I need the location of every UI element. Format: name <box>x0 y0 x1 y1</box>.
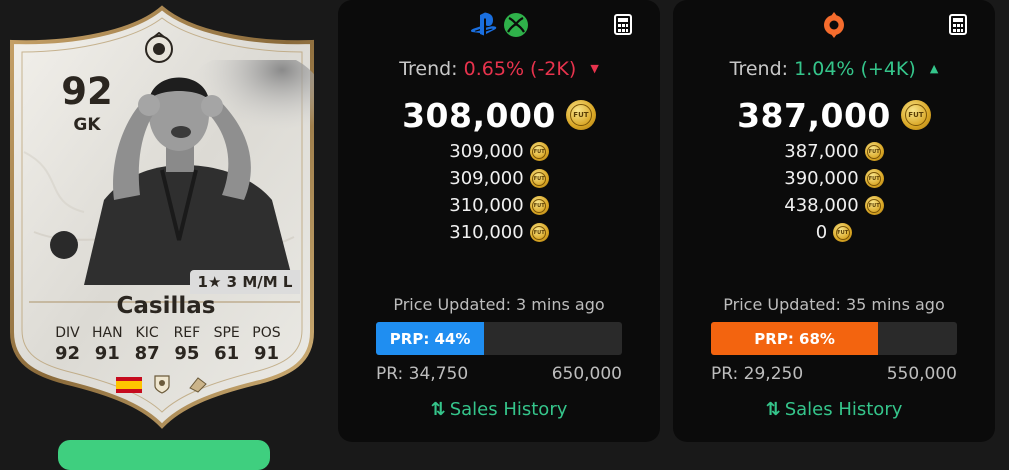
price-row: 310,000 FUT <box>338 219 660 246</box>
calculator-icon[interactable] <box>949 14 967 35</box>
price-range-min: PR: 34,750 <box>376 364 469 384</box>
stat-value: 61 <box>214 343 240 364</box>
green-action-button[interactable] <box>58 440 270 470</box>
icon-nation-badge-icon <box>189 377 207 393</box>
stat-label: POS <box>252 325 281 341</box>
price-value: 387,000 <box>784 141 859 162</box>
price-row: 390,000 FUT <box>673 165 995 192</box>
price-value: 310,000 <box>449 222 524 243</box>
stat-div: DIV 92 <box>49 325 86 364</box>
price-updated: Price Updated: 3 mins ago <box>393 295 605 314</box>
stat-label: REF <box>173 325 201 341</box>
card-player-name: Casillas <box>116 293 216 319</box>
price-updated: Price Updated: 35 mins ago <box>723 295 945 314</box>
sales-history-label: Sales History <box>784 399 903 420</box>
price-value: 310,000 <box>449 195 524 216</box>
price-range-max: 650,000 <box>551 364 622 384</box>
price-list: 309,000 FUT 309,000 FUT 310,000 FUT 310,… <box>338 138 660 246</box>
price-value: 309,000 <box>449 141 524 162</box>
trend-value: 1.04% (+4K) <box>794 58 916 80</box>
player-photo <box>44 50 324 285</box>
sales-history-link[interactable]: ⇅ Sales History <box>338 399 660 420</box>
main-price: 387,000 FUT <box>673 93 995 137</box>
stat-label: KIC <box>135 325 159 341</box>
price-range: PR: 34,750 650,000 <box>376 364 622 384</box>
coin-icon: FUT <box>864 196 884 215</box>
platform-icons <box>338 11 660 39</box>
main-price: 308,000 FUT <box>338 93 660 137</box>
xbox-icon <box>504 13 528 37</box>
coin-icon: FUT <box>565 100 596 130</box>
trend: Trend: 1.04% (+4K) ▲ <box>673 57 995 81</box>
origin-icon <box>824 12 844 38</box>
coin-icon: FUT <box>529 169 549 188</box>
prp-bar: PRP: 68% <box>711 322 957 355</box>
spain-flag-icon <box>116 377 142 393</box>
coin-icon: FUT <box>529 223 549 242</box>
price-row: 387,000 FUT <box>673 138 995 165</box>
price-range-min: PR: 29,250 <box>711 364 804 384</box>
coin-icon: FUT <box>864 142 884 161</box>
price-value: 438,000 <box>784 195 859 216</box>
price-row: 310,000 FUT <box>338 192 660 219</box>
coin-icon: FUT <box>864 169 884 188</box>
sales-history-link[interactable]: ⇅ Sales History <box>673 399 995 420</box>
stat-value: 92 <box>54 343 81 364</box>
trend-value: 0.65% (-2K) <box>463 58 577 80</box>
stat-pos: POS 91 <box>248 325 285 364</box>
lowest-bin-price: 387,000 <box>737 95 891 135</box>
trend-up-icon: ▲ <box>929 62 939 75</box>
price-range: PR: 29,250 550,000 <box>711 364 957 384</box>
price-panel-pc: Trend: 1.04% (+4K) ▲ 387,000 FUT 387,000… <box>673 0 995 442</box>
player-card[interactable]: 92 GK 1★ 3 M/M L Casillas DIV 92 HAN 91 … <box>4 2 324 432</box>
price-value: 0 <box>815 222 828 243</box>
price-row: 0 FUT <box>673 219 995 246</box>
coin-icon: FUT <box>833 223 853 242</box>
stat-value: 91 <box>94 343 120 364</box>
calculator-icon[interactable] <box>614 14 632 35</box>
sort-arrows-icon: ⇅ <box>765 399 781 420</box>
prp-fill: PRP: 44% <box>376 322 485 355</box>
icons-club-badge-icon <box>154 375 170 394</box>
lowest-bin-price: 308,000 <box>402 95 556 135</box>
card-badges <box>116 375 207 394</box>
coin-icon: FUT <box>529 196 549 215</box>
price-row: 309,000 FUT <box>338 138 660 165</box>
price-range-max: 550,000 <box>886 364 957 384</box>
trend-down-icon: ▼ <box>590 62 599 75</box>
trend: Trend: 0.65% (-2K) ▼ <box>338 57 660 81</box>
price-row: 438,000 FUT <box>673 192 995 219</box>
prp-fill: PRP: 68% <box>711 322 879 355</box>
price-value: 309,000 <box>449 168 524 189</box>
coin-icon: FUT <box>529 142 549 161</box>
prp-bar: PRP: 44% <box>376 322 622 355</box>
stat-value: 95 <box>174 343 200 364</box>
card-skill-weakfoot-workrate: 1★ 3 M/M L <box>190 270 300 294</box>
price-panel-console: Trend: 0.65% (-2K) ▼ 308,000 FUT 309,000… <box>338 0 660 442</box>
sort-arrows-icon: ⇅ <box>430 399 446 420</box>
stat-han: HAN 91 <box>89 325 126 364</box>
price-value: 390,000 <box>784 168 859 189</box>
trend-label: Trend: <box>729 58 789 80</box>
card-stats: DIV 92 HAN 91 KIC 87 REF 95 SPE 61 POS 9… <box>49 325 285 364</box>
platform-icons <box>673 11 995 39</box>
stat-label: SPE <box>213 325 240 341</box>
stat-label: DIV <box>55 325 80 341</box>
stat-spe: SPE 61 <box>208 325 245 364</box>
stat-label: HAN <box>92 325 123 341</box>
trend-label: Trend: <box>399 58 458 80</box>
playstation-icon <box>470 12 497 36</box>
stat-ref: REF 95 <box>168 325 205 364</box>
stat-value: 87 <box>134 343 160 364</box>
price-row: 309,000 FUT <box>338 165 660 192</box>
stat-kic: KIC 87 <box>129 325 166 364</box>
sales-history-label: Sales History <box>449 399 568 420</box>
price-list: 387,000 FUT 390,000 FUT 438,000 FUT 0 FU… <box>673 138 995 246</box>
coin-icon: FUT <box>900 100 931 130</box>
stat-value: 91 <box>253 343 280 364</box>
